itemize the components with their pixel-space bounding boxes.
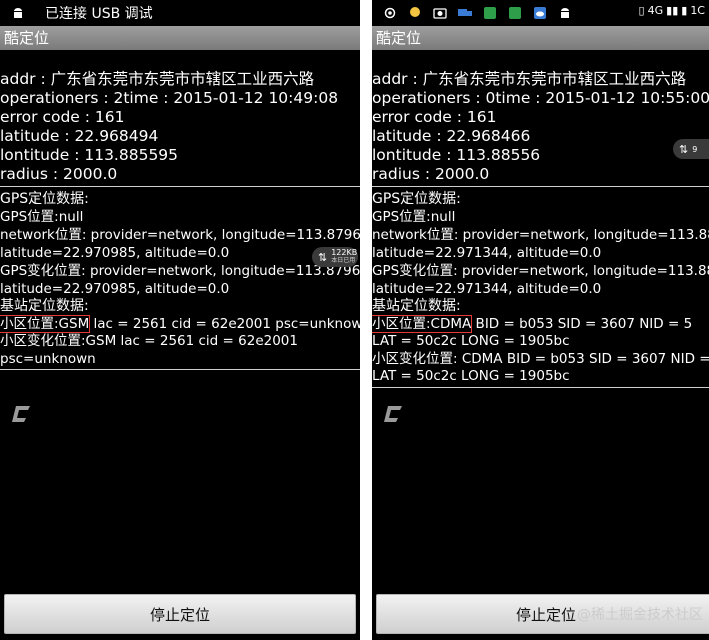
operationers-text: operationers : 0time : 2015-01-12 10:55:… xyxy=(372,89,709,107)
gps-header: GPS定位数据: xyxy=(0,191,89,207)
longitude-text: lontitude : 113.88556 xyxy=(372,146,541,164)
phone-icon: ▯ xyxy=(638,4,645,17)
battery-level: 1C xyxy=(690,4,705,17)
cell-data: 基站定位数据: 小区位置:CDMA BID = b053 SID = 3607 … xyxy=(372,298,709,386)
network-position-line1: network位置: provider=network, longitude=1… xyxy=(0,227,360,243)
error-code-text: error code : 161 xyxy=(0,108,125,126)
operationers-text: operationers : 2time : 2015-01-12 10:49:… xyxy=(0,89,339,107)
battery-icon: ▮ xyxy=(681,4,688,17)
gps-data: GPS定位数据: GPS位置:null network位置: provider=… xyxy=(0,190,360,298)
error-code-text: error code : 161 xyxy=(372,108,497,126)
gps-data: GPS定位数据: GPS位置:null network位置: provider=… xyxy=(372,190,709,298)
gps-change-line1: GPS变化位置: provider=network, longitude=113… xyxy=(372,263,709,279)
traffic-sub: 本日已用 xyxy=(331,257,356,264)
location-info: addr : 广东省东莞市东莞市市辖区工业西六路 operationers : … xyxy=(372,70,709,184)
truck-icon xyxy=(457,5,473,21)
traffic-size: 122KB xyxy=(331,248,358,257)
radius-text: radius : 2000.0 xyxy=(0,165,118,183)
status-bar: 已连接 USB 调试 xyxy=(0,0,360,26)
network-position-line2: latitude=22.971344, altitude=0.0 xyxy=(372,245,602,261)
longitude-text: lontitude : 113.885595 xyxy=(0,146,179,164)
cell-change-line2: psc=unknown xyxy=(0,350,96,367)
network-position-line1: network位置: provider=network, longitude=1… xyxy=(372,227,709,243)
cloud-icon xyxy=(532,5,548,21)
cell-position: 小区位置:CDMA BID = b053 SID = 3607 NID = 5 xyxy=(372,314,709,334)
android-debug-icon xyxy=(10,5,26,21)
divider xyxy=(0,369,360,370)
updown-arrows-icon: ⇅ xyxy=(679,142,689,156)
c-logo-icon xyxy=(384,406,402,422)
divider xyxy=(0,186,360,187)
gps-position: GPS位置:null xyxy=(0,209,84,225)
bulb-icon xyxy=(407,5,423,21)
latitude-text: latitude : 22.968466 xyxy=(372,127,531,145)
app-green-icon xyxy=(482,5,498,21)
cell-type-highlight: 小区位置:CDMA xyxy=(372,314,473,333)
cell-position-values: lac = 2561 cid = 62e2001 psc=unknown xyxy=(89,315,360,332)
traffic-float-widget[interactable]: ⇅ 122KB 本日已用 xyxy=(312,247,358,267)
app-title: 酷定位 xyxy=(0,26,360,50)
cell-header: 基站定位数据: xyxy=(0,298,89,314)
android-debug-icon xyxy=(557,5,573,21)
cell-change-line1: 小区变化位置:GSM lac = 2561 cid = 62e2001 xyxy=(0,333,298,349)
signal-bars-icon: ▮▮ xyxy=(666,4,679,17)
status-bar: ▯ 4G ▮▮ ▮ 1C xyxy=(372,0,709,26)
status-right: ▯ 4G ▮▮ ▮ 1C xyxy=(636,4,705,17)
latitude-text: latitude : 22.968494 xyxy=(0,127,159,145)
traffic-size: 9 xyxy=(692,144,698,154)
cell-change-line2: LAT = 50c2c LONG = 1905bc xyxy=(372,368,570,384)
gps-header: GPS定位数据: xyxy=(372,191,461,207)
cell-type-highlight: 小区位置:GSM xyxy=(0,314,91,333)
gps-target-icon xyxy=(382,5,398,21)
cell-header: 基站定位数据: xyxy=(372,298,461,314)
cell-position-line2: LAT = 50c2c LONG = 1905bc xyxy=(372,333,570,349)
cell-change-line1: 小区变化位置: CDMA BID = b053 SID = 3607 NID =… xyxy=(372,350,709,367)
signal-type: 4G xyxy=(647,4,664,17)
divider xyxy=(372,387,709,388)
radius-text: radius : 2000.0 xyxy=(372,165,490,183)
updown-arrows-icon: ⇅ xyxy=(318,250,328,264)
gps-change-line1: GPS变化位置: provider=network, longitude=113… xyxy=(0,263,360,279)
app-title: 酷定位 xyxy=(372,26,709,50)
cell-data: 基站定位数据: 小区位置:GSM lac = 2561 cid = 62e200… xyxy=(0,298,360,368)
gps-position: GPS位置:null xyxy=(372,209,456,225)
stop-location-button[interactable]: 停止定位 xyxy=(4,594,356,634)
network-position-line2: latitude=22.970985, altitude=0.0 xyxy=(0,245,230,261)
cell-position-values: BID = b053 SID = 3607 NID = 5 xyxy=(471,315,693,332)
location-info: addr : 广东省东莞市东莞市市辖区工业西六路 operationers : … xyxy=(0,70,360,184)
traffic-float-widget[interactable]: ⇅ 9 xyxy=(673,139,709,159)
camera-icon xyxy=(432,5,448,21)
phone-screen-right: ▯ 4G ▮▮ ▮ 1C 酷定位 addr : 广东省东莞市东莞市市辖区工业西六… xyxy=(372,0,709,640)
divider xyxy=(372,186,709,187)
app-green-icon xyxy=(507,5,523,21)
addr-text: addr : 广东省东莞市东莞市市辖区工业西六路 xyxy=(0,70,315,88)
gps-change-line2: latitude=22.970985, altitude=0.0 xyxy=(0,281,230,297)
gps-change-line2: latitude=22.971344, altitude=0.0 xyxy=(372,281,602,297)
c-logo-icon xyxy=(12,406,30,422)
cell-position: 小区位置:GSM lac = 2561 cid = 62e2001 psc=un… xyxy=(0,314,360,334)
addr-text: addr : 广东省东莞市东莞市市辖区工业西六路 xyxy=(372,70,687,88)
usb-debug-text: 已连接 USB 调试 xyxy=(45,6,153,22)
watermark: @稀土掘金技术社区 xyxy=(577,607,703,623)
phone-screen-left: 已连接 USB 调试 酷定位 addr : 广东省东莞市东莞市市辖区工业西六路 … xyxy=(0,0,360,640)
